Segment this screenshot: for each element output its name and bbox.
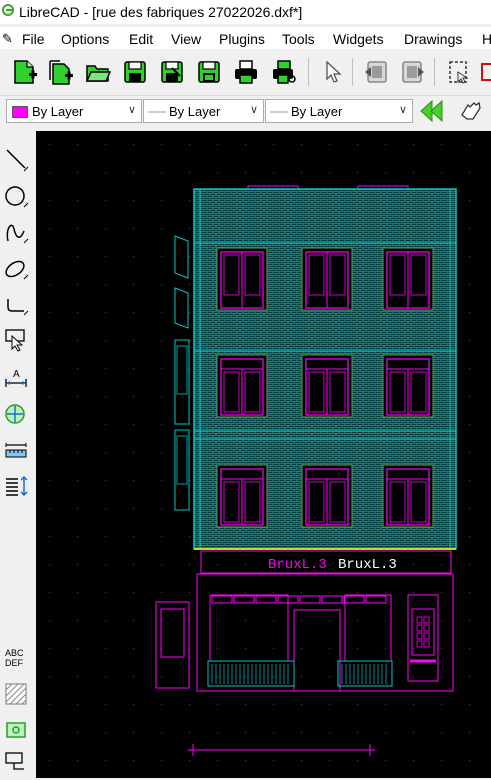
linewidth-combo-label: By Layer	[291, 104, 343, 119]
chevron-down-icon: ∨	[127, 104, 136, 116]
menu-tool-icon[interactable]: ✎	[2, 31, 13, 47]
toolbar-separator	[434, 58, 435, 86]
text-tool-icon[interactable]: ABC DEF	[2, 643, 32, 673]
menu-tools[interactable]: Tools	[282, 31, 315, 47]
hatch-tool-icon[interactable]	[2, 679, 32, 709]
drawing-svg[interactable]: BruxL.3 BruxL.3	[36, 131, 491, 778]
redo-icon[interactable]	[399, 58, 427, 86]
back-arrow-icon[interactable]	[418, 97, 446, 125]
order-tool-icon[interactable]	[2, 471, 32, 501]
color-combo-label: By Layer	[32, 104, 84, 119]
select-pointer-icon[interactable]	[318, 58, 346, 86]
toolbar-separator	[308, 58, 309, 86]
linetype-swatch	[148, 111, 166, 113]
save-as-icon[interactable]	[158, 58, 186, 86]
title-bar: LibreCAD - [rue des fabriques 27022026.d…	[0, 0, 491, 24]
window-title: LibreCAD - [rue des fabriques 27022026.d…	[19, 4, 303, 20]
librecad-logo-icon	[2, 4, 14, 16]
chevron-down-icon: ∨	[398, 104, 407, 116]
toolbar-separator	[352, 58, 353, 86]
red-tool-icon[interactable]	[478, 58, 491, 86]
select-tool-icon[interactable]	[2, 325, 32, 355]
menu-widgets[interactable]: Widgets	[333, 31, 384, 47]
menu-bar: ✎ File Options Edit View Plugins Tools W…	[0, 27, 491, 49]
save-icon[interactable]	[121, 58, 149, 86]
new-file-icon[interactable]	[10, 58, 38, 86]
menu-plugins[interactable]: Plugins	[219, 31, 265, 47]
print-preview-icon[interactable]	[270, 58, 298, 86]
selection-rect-icon[interactable]	[444, 58, 472, 86]
left-tool-bar: A ABC DEF	[0, 131, 37, 778]
undo-icon[interactable]	[362, 58, 390, 86]
print-icon[interactable]	[232, 58, 260, 86]
ellipse-tool-icon[interactable]	[2, 253, 32, 283]
polyline-tool-icon[interactable]	[2, 289, 32, 319]
linetype-combo-label: By Layer	[169, 104, 221, 119]
sign-label-white[interactable]: BruxL.3	[338, 557, 397, 573]
open-folder-icon[interactable]	[84, 58, 112, 86]
main-toolbar	[0, 50, 491, 94]
window-group	[216, 247, 434, 528]
menu-help[interactable]: H	[482, 31, 491, 47]
line-tool-icon[interactable]	[2, 145, 32, 175]
sign-label-magenta[interactable]: BruxL.3	[268, 557, 327, 573]
svg-text:A: A	[13, 369, 20, 380]
new-from-template-icon[interactable]	[46, 58, 74, 86]
measure-tool-icon[interactable]	[2, 435, 32, 465]
menu-options[interactable]: Options	[61, 31, 109, 47]
menu-view[interactable]: View	[171, 31, 201, 47]
menu-edit[interactable]: Edit	[129, 31, 153, 47]
svg-text:ABC: ABC	[5, 648, 24, 658]
chevron-down-icon: ∨	[249, 104, 258, 116]
save-all-icon[interactable]	[195, 58, 223, 86]
linetype-combo[interactable]: By Layer ∨	[143, 99, 264, 123]
svg-text:DEF: DEF	[5, 658, 24, 668]
linewidth-combo[interactable]: By Layer ∨	[265, 99, 413, 123]
menu-file[interactable]: File	[22, 31, 45, 47]
image-tool-icon[interactable]	[2, 715, 32, 745]
menu-drawings[interactable]: Drawings	[404, 31, 462, 47]
drawing-canvas[interactable]: BruxL.3 BruxL.3	[36, 131, 491, 778]
pen-toolbar: By Layer ∨ By Layer ∨ By Layer ∨	[0, 95, 491, 128]
linewidth-swatch	[270, 111, 288, 113]
circle-tool-icon[interactable]	[2, 181, 32, 211]
spline-tool-icon[interactable]	[2, 217, 32, 247]
dimension-tool-icon[interactable]: A	[2, 363, 32, 393]
hand-pan-icon[interactable]	[456, 97, 484, 125]
modify-tool-icon[interactable]	[2, 399, 32, 429]
color-combo[interactable]: By Layer ∨	[6, 99, 142, 123]
block-tool-icon[interactable]	[2, 747, 32, 777]
color-swatch	[12, 106, 28, 118]
